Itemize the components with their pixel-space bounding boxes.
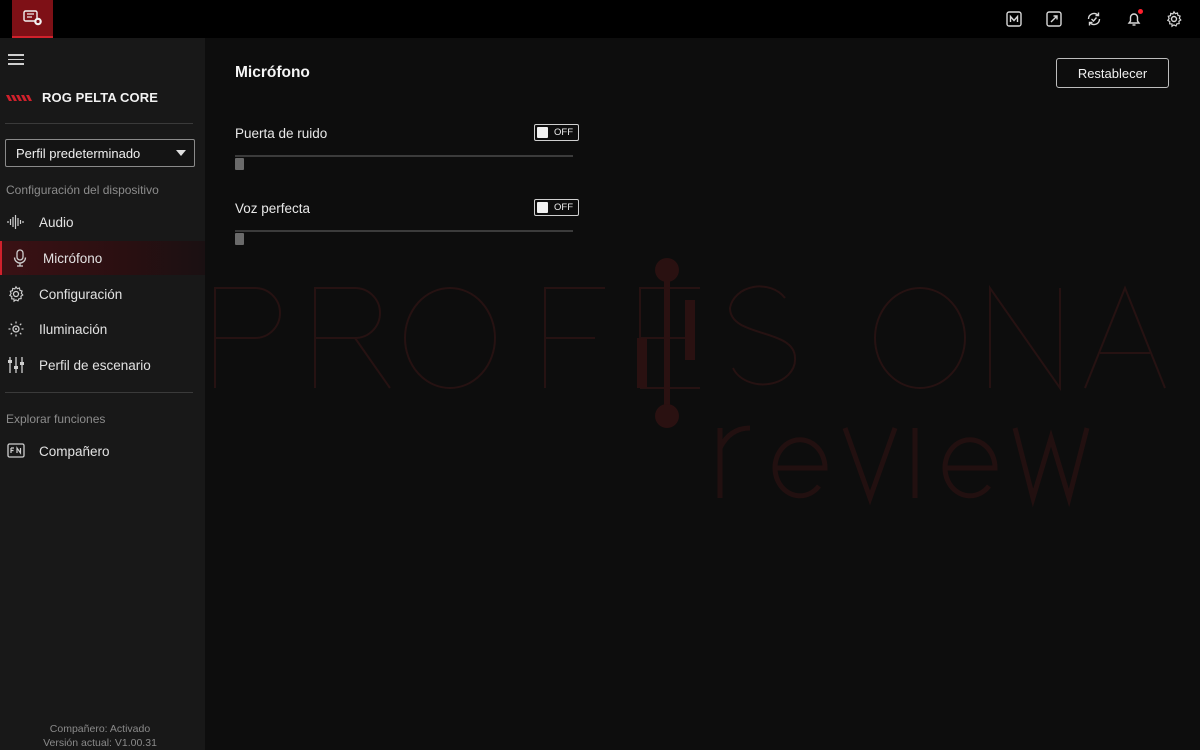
- page-title: Micrófono: [235, 64, 310, 81]
- toggle-state: OFF: [554, 202, 573, 213]
- toggle-knob: [537, 202, 548, 213]
- perfect-voice-toggle[interactable]: OFF: [534, 199, 579, 216]
- gear-icon: [7, 285, 25, 303]
- brand-name: ROG PELTA CORE: [42, 90, 158, 105]
- chevron-down-icon: [176, 150, 186, 156]
- companion-icon: [7, 442, 25, 460]
- brand: ROG PELTA CORE: [6, 90, 158, 105]
- sidebar-item-lighting[interactable]: Iluminación: [0, 312, 205, 346]
- top-icons: [1002, 7, 1186, 31]
- microphone-icon: [11, 249, 29, 267]
- perfect-voice-slider-thumb[interactable]: [235, 233, 244, 245]
- sidebar-item-settings[interactable]: Configuración: [0, 277, 205, 311]
- resize-icon[interactable]: [1042, 7, 1066, 31]
- macro-icon[interactable]: [1002, 7, 1026, 31]
- sidebar-item-scenario-profile[interactable]: Perfil de escenario: [0, 348, 205, 382]
- perfect-voice-label: Voz perfecta: [235, 201, 311, 216]
- gear-icon[interactable]: [1162, 7, 1186, 31]
- noise-gate-slider[interactable]: [235, 155, 573, 157]
- toggle-state: OFF: [554, 127, 573, 138]
- reset-button[interactable]: Restablecer: [1056, 58, 1169, 88]
- profile-select-value: Perfil predeterminado: [16, 145, 141, 161]
- noise-gate-slider-thumb[interactable]: [235, 158, 244, 170]
- lighting-icon: [7, 320, 25, 338]
- rog-device-icon: [22, 10, 42, 26]
- sidebar-item-label: Iluminación: [39, 321, 108, 337]
- version-text: Versión actual: V1.00.31: [43, 737, 157, 749]
- sidebar: ROG PELTA CORE Perfil predeterminado Con…: [0, 38, 205, 750]
- sidebar-item-label: Micrófono: [43, 250, 103, 266]
- menu-icon[interactable]: [8, 54, 24, 66]
- noise-gate-toggle[interactable]: OFF: [534, 124, 579, 141]
- main-panel: Micrófono Restablecer Puerta de ruido OF…: [205, 38, 1200, 750]
- device-tab[interactable]: [12, 0, 53, 38]
- notification-dot: [1138, 9, 1143, 14]
- sync-icon[interactable]: [1082, 7, 1106, 31]
- divider: [5, 392, 193, 393]
- sidebar-item-label: Audio: [39, 214, 74, 230]
- top-bar: [0, 0, 1200, 38]
- equalizer-icon: [7, 356, 25, 374]
- sidebar-item-microphone[interactable]: Micrófono: [0, 241, 205, 275]
- section-device-label: Configuración del dispositivo: [6, 183, 159, 197]
- sidebar-item-label: Perfil de escenario: [39, 357, 151, 373]
- sidebar-item-label: Compañero: [39, 443, 110, 459]
- toggle-knob: [537, 127, 548, 138]
- perfect-voice-slider[interactable]: [235, 230, 573, 232]
- bell-icon[interactable]: [1122, 7, 1146, 31]
- companion-status: Compañero: Activado: [49, 723, 151, 735]
- profile-select[interactable]: Perfil predeterminado: [5, 139, 195, 167]
- audio-wave-icon: [7, 213, 25, 231]
- rog-logo-icon: [6, 94, 32, 101]
- watermark: [205, 38, 1200, 750]
- sidebar-item-audio[interactable]: Audio: [0, 205, 205, 239]
- sidebar-item-label: Configuración: [39, 286, 123, 302]
- divider: [5, 123, 193, 124]
- noise-gate-label: Puerta de ruido: [235, 126, 328, 141]
- section-explore-label: Explorar funciones: [6, 412, 106, 426]
- sidebar-item-companion[interactable]: Compañero: [0, 434, 205, 468]
